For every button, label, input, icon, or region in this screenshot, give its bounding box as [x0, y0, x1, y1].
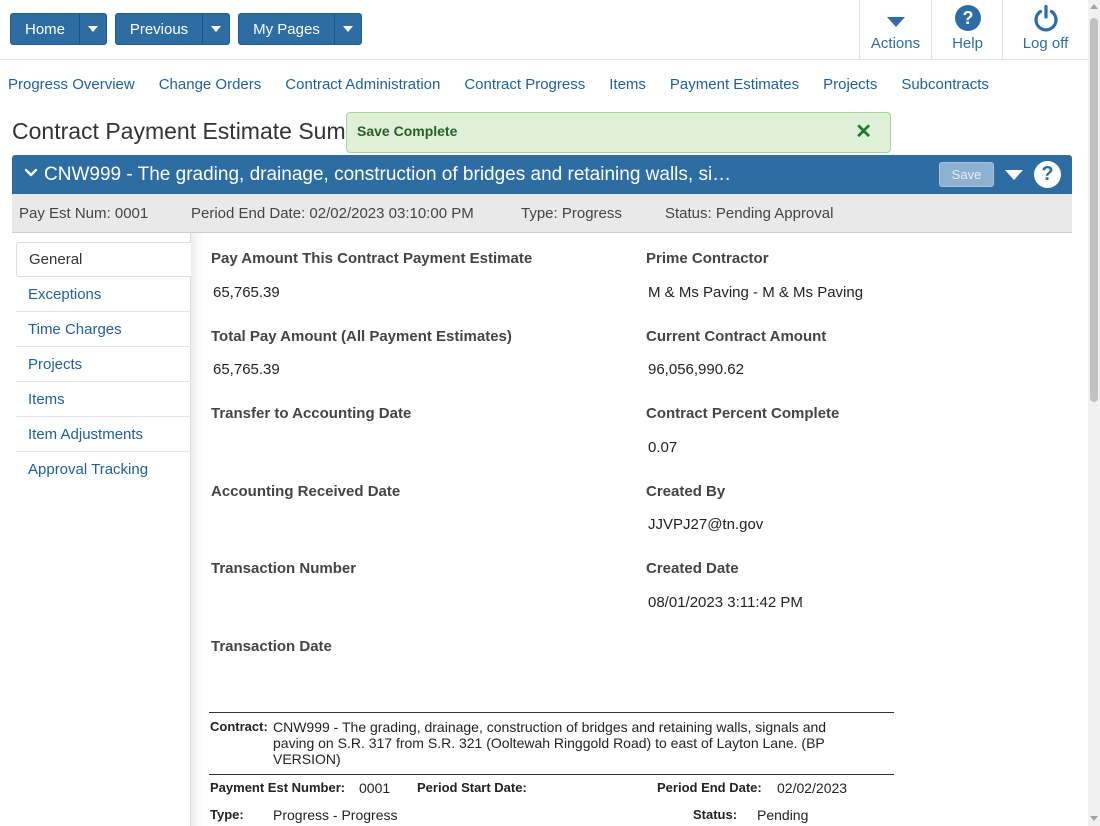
- report-rule-middle: [209, 774, 894, 775]
- scroll-up-arrow[interactable]: [1090, 4, 1098, 9]
- pay-est-num: Pay Est Num: 0001: [19, 205, 149, 222]
- log-off-label: Log off: [1022, 35, 1069, 52]
- contract-header-title: CNW999 - The grading, drainage, construc…: [44, 164, 732, 185]
- estimate-type: Type: Progress: [521, 205, 622, 222]
- menu-subcontracts[interactable]: Subcontracts: [901, 76, 989, 93]
- previous-label[interactable]: Previous: [116, 14, 202, 44]
- main-menu: Progress Overview Change Orders Contract…: [8, 76, 1013, 93]
- tab-general[interactable]: General: [16, 242, 191, 277]
- menu-contract-administration[interactable]: Contract Administration: [285, 76, 440, 93]
- total-pay-label: Total Pay Amount (All Payment Estimates): [211, 328, 512, 345]
- help-button[interactable]: ? Help: [931, 0, 1003, 60]
- help-icon: ?: [954, 5, 981, 31]
- report-period-start-label: Period Start Date:: [417, 780, 527, 795]
- chevron-down-icon: [88, 26, 98, 32]
- power-icon: [1033, 4, 1058, 32]
- toast-message: Save Complete: [357, 123, 458, 139]
- transfer-date-label: Transfer to Accounting Date: [211, 405, 412, 422]
- percent-complete-label: Contract Percent Complete: [646, 405, 840, 422]
- tab-item-adjustments[interactable]: Item Adjustments: [16, 417, 191, 452]
- previous-button[interactable]: Previous: [115, 13, 230, 45]
- help-label: Help: [952, 35, 983, 52]
- total-pay-value: 65,765.39: [213, 361, 280, 378]
- page-title: Contract Payment Estimate Sum: [12, 118, 346, 144]
- save-complete-toast: Save Complete ✕: [346, 112, 891, 153]
- my-pages-button[interactable]: My Pages: [238, 13, 362, 45]
- section-nav: General Exceptions Time Charges Projects…: [16, 242, 191, 487]
- tab-exceptions[interactable]: Exceptions: [16, 277, 191, 312]
- log-off-button[interactable]: Log off: [1002, 0, 1088, 60]
- report-pay-est-label: Payment Est Number:: [210, 780, 346, 795]
- caret-down-icon: [886, 17, 905, 27]
- report-period-end-label: Period End Date:: [657, 780, 762, 795]
- close-icon[interactable]: ✕: [855, 122, 872, 142]
- tab-items[interactable]: Items: [16, 382, 191, 417]
- help-icon[interactable]: ?: [1034, 161, 1061, 188]
- my-pages-dropdown-toggle[interactable]: [334, 14, 361, 44]
- home-button[interactable]: Home: [10, 13, 107, 45]
- save-button[interactable]: Save: [939, 162, 994, 187]
- scrollbar-thumb[interactable]: [1090, 18, 1098, 402]
- pay-amount-label: Pay Amount This Contract Payment Estimat…: [211, 250, 533, 267]
- menu-items[interactable]: Items: [609, 76, 646, 93]
- contract-header: CNW999 - The grading, drainage, construc…: [12, 155, 1072, 194]
- estimate-summary-bar: Pay Est Num: 0001 Period End Date: 02/02…: [12, 194, 1072, 233]
- current-amount-label: Current Contract Amount: [646, 328, 827, 345]
- estimate-status: Status: Pending Approval: [665, 205, 834, 222]
- pay-amount-value: 65,765.39: [213, 284, 280, 301]
- menu-payment-estimates[interactable]: Payment Estimates: [670, 76, 799, 93]
- home-label[interactable]: Home: [11, 14, 79, 44]
- report-status-label: Status:: [693, 807, 738, 822]
- previous-dropdown-toggle[interactable]: [202, 14, 229, 44]
- menu-projects[interactable]: Projects: [823, 76, 877, 93]
- prime-contractor-label: Prime Contractor: [646, 250, 769, 267]
- created-by-value: JJVPJ27@tn.gov: [648, 516, 764, 533]
- report-pay-est-value: 0001: [359, 780, 391, 796]
- top-bar: Home Previous My Pages Actions ? Help Lo…: [0, 0, 1088, 60]
- chevron-down-icon[interactable]: [24, 166, 38, 180]
- chevron-down-icon: [343, 26, 353, 32]
- percent-complete-value: 0.07: [648, 439, 678, 456]
- home-dropdown-toggle[interactable]: [79, 14, 106, 44]
- actions-menu-button[interactable]: Actions: [859, 0, 931, 60]
- report-contract-label: Contract:: [210, 719, 268, 734]
- menu-change-orders[interactable]: Change Orders: [159, 76, 262, 93]
- chevron-down-icon: [211, 26, 221, 32]
- report-contract-value: CNW999 - The grading, drainage, construc…: [273, 719, 827, 767]
- created-date-label: Created Date: [646, 560, 739, 577]
- report-rule-top: [209, 712, 894, 713]
- report-period-end-value: 02/02/2023: [777, 780, 848, 796]
- current-amount-value: 96,056,990.62: [648, 361, 744, 378]
- report-type-label: Type:: [210, 807, 244, 822]
- report-type-value: Progress - Progress: [273, 807, 398, 823]
- tab-time-charges[interactable]: Time Charges: [16, 312, 191, 347]
- transaction-number-label: Transaction Number: [211, 560, 357, 577]
- scroll-down-arrow[interactable]: [1090, 816, 1098, 821]
- created-by-label: Created By: [646, 483, 726, 500]
- menu-progress-overview[interactable]: Progress Overview: [8, 76, 135, 93]
- period-end-date: Period End Date: 02/02/2023 03:10:00 PM: [191, 205, 474, 222]
- actions-label: Actions: [870, 35, 921, 52]
- tab-approval-tracking[interactable]: Approval Tracking: [16, 452, 191, 487]
- accounting-received-label: Accounting Received Date: [211, 483, 401, 500]
- report-status-value: Pending: [757, 807, 809, 823]
- transaction-date-label: Transaction Date: [211, 638, 332, 655]
- content-shadow: [190, 233, 202, 826]
- menu-contract-progress[interactable]: Contract Progress: [464, 76, 585, 93]
- svg-text:?: ?: [962, 8, 973, 28]
- my-pages-label[interactable]: My Pages: [239, 14, 334, 44]
- options-dropdown-icon[interactable]: [1005, 170, 1023, 180]
- prime-contractor-value: M & Ms Paving - M & Ms Paving: [648, 284, 864, 301]
- tab-projects[interactable]: Projects: [16, 347, 191, 382]
- created-date-value: 08/01/2023 3:11:42 PM: [648, 594, 803, 611]
